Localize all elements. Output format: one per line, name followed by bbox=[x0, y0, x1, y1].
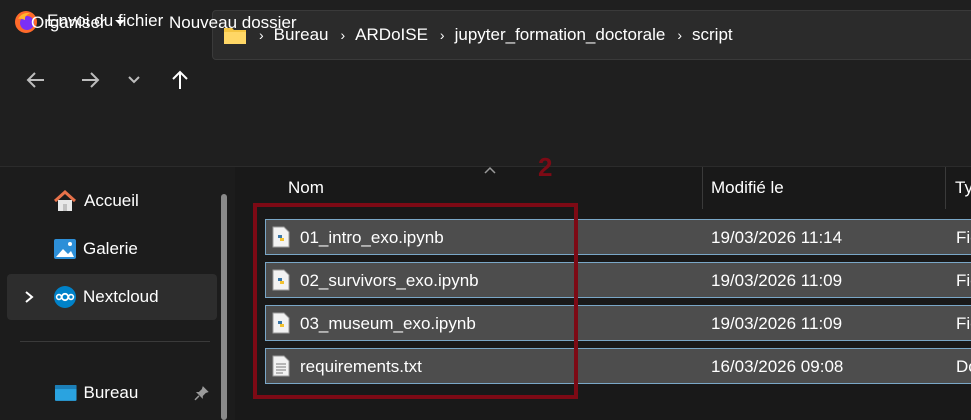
breadcrumb-script[interactable]: script bbox=[692, 25, 733, 45]
column-divider[interactable] bbox=[702, 167, 703, 209]
breadcrumb-separator-icon: › bbox=[439, 27, 445, 43]
file-type: Fic bbox=[956, 228, 971, 247]
forward-button[interactable] bbox=[76, 67, 104, 93]
file-modified: 19/03/2026 11:14 bbox=[711, 228, 843, 247]
dropdown-caret-icon bbox=[114, 20, 125, 25]
arrow-right-icon bbox=[82, 72, 100, 88]
organize-label: Organiser bbox=[31, 13, 106, 32]
recent-locations-button[interactable] bbox=[120, 67, 148, 93]
desktop-icon bbox=[54, 385, 77, 401]
arrow-up-icon bbox=[172, 70, 188, 89]
new-folder-button[interactable]: Nouveau dossier bbox=[169, 13, 297, 33]
file-modified: 16/03/2026 09:08 bbox=[711, 357, 844, 376]
nextcloud-icon bbox=[54, 286, 76, 308]
file-type: Do bbox=[956, 357, 971, 376]
file-type: Fic bbox=[956, 271, 971, 290]
sidebar-item-bureau[interactable]: Bureau bbox=[0, 370, 210, 416]
chevron-down-icon bbox=[128, 76, 140, 84]
annotation-number: 2 bbox=[538, 152, 553, 182]
file-type: Fic bbox=[956, 314, 971, 333]
breadcrumb-ardoise[interactable]: ARDoISE bbox=[355, 25, 428, 45]
file-modified: 19/03/2026 11:09 bbox=[711, 271, 843, 290]
command-bar bbox=[0, 120, 971, 167]
sidebar-scrollbar[interactable] bbox=[221, 194, 227, 420]
up-button[interactable] bbox=[166, 67, 194, 93]
address-bar[interactable]: › Bureau › ARDoISE › jupyter_formation_d… bbox=[212, 10, 971, 60]
column-divider[interactable] bbox=[945, 167, 946, 209]
column-header-name[interactable]: Nom bbox=[288, 178, 324, 198]
sort-ascending-icon bbox=[484, 166, 496, 174]
annotation-highlight-box bbox=[253, 203, 578, 399]
chevron-right-icon[interactable] bbox=[22, 290, 36, 304]
back-button[interactable] bbox=[22, 67, 50, 93]
sidebar-divider bbox=[20, 341, 210, 342]
pin-icon[interactable] bbox=[194, 385, 210, 401]
sidebar-item-label: Nextcloud bbox=[83, 287, 159, 306]
gallery-icon bbox=[54, 239, 76, 259]
column-header-type[interactable]: Ty bbox=[955, 178, 971, 198]
column-header-modified[interactable]: Modifié le bbox=[711, 178, 784, 198]
breadcrumb-jupyter-formation[interactable]: jupyter_formation_doctorale bbox=[455, 25, 666, 45]
breadcrumb-separator-icon: › bbox=[677, 27, 682, 43]
arrow-left-icon bbox=[26, 72, 44, 88]
breadcrumb-separator-icon: › bbox=[340, 27, 346, 43]
sidebar-item-nextcloud[interactable]: Nextcloud bbox=[7, 274, 217, 320]
sidebar-item-galerie[interactable]: Galerie bbox=[0, 226, 210, 272]
file-modified: 19/03/2026 11:09 bbox=[711, 314, 843, 333]
organize-button[interactable]: Organiser bbox=[31, 13, 126, 33]
sidebar-item-label: Bureau bbox=[83, 383, 139, 402]
home-icon bbox=[53, 189, 77, 211]
sidebar-item-accueil[interactable]: Accueil bbox=[0, 178, 210, 224]
sidebar-item-label: Accueil bbox=[84, 191, 139, 210]
sidebar-item-label: Galerie bbox=[83, 239, 138, 258]
